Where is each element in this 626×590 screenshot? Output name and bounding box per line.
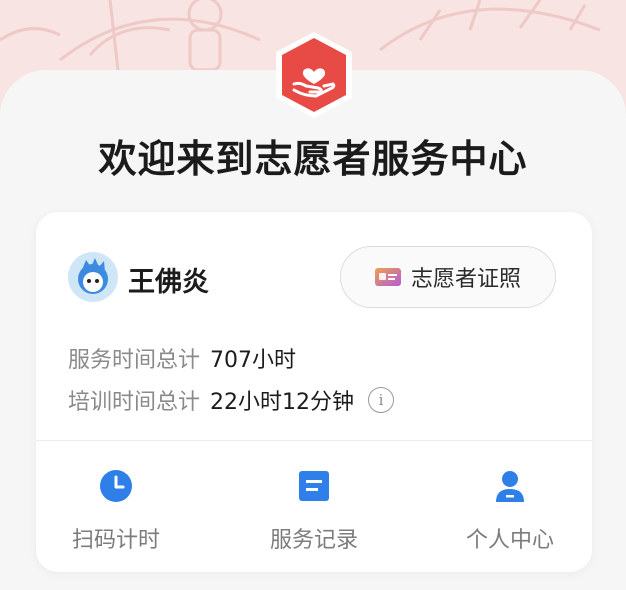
clock-icon xyxy=(100,470,132,502)
nav-label: 服务记录 xyxy=(269,528,358,553)
document-icon xyxy=(299,471,329,501)
divider xyxy=(36,440,592,441)
info-icon[interactable]: i xyxy=(368,387,395,413)
training-time-value: 22小时12分钟 xyxy=(210,390,355,415)
training-time-label: 培训时间总计 xyxy=(68,390,201,415)
nav-scan-timing[interactable]: 扫码计时 xyxy=(46,468,186,554)
training-time-row: 培训时间总计 22小时12分钟 i xyxy=(68,384,395,416)
avatar[interactable] xyxy=(68,252,118,302)
service-time-label: 服务时间总计 xyxy=(68,348,201,373)
cartoon-avatar-icon xyxy=(68,252,118,302)
volunteer-logo xyxy=(268,28,360,122)
nav-service-records[interactable]: 服务记录 xyxy=(244,468,384,554)
page-title: 欢迎来到志愿者服务中心 xyxy=(98,137,528,181)
volunteer-info-card: 王佛炎 志愿者证照 服务时间总计 707小时 培训时间总计 22小时12分钟 i xyxy=(36,212,592,572)
nav-label: 个人中心 xyxy=(465,528,554,553)
nav-label: 扫码计时 xyxy=(71,528,160,553)
service-time-row: 服务时间总计 707小时 xyxy=(68,342,296,374)
heart-in-hand-icon xyxy=(276,32,352,118)
id-card-icon xyxy=(374,268,401,286)
user-name: 王佛炎 xyxy=(128,267,209,298)
certificate-button-label: 志愿者证照 xyxy=(410,267,521,292)
volunteer-certificate-button[interactable]: 志愿者证照 xyxy=(340,246,556,308)
service-time-value: 707小时 xyxy=(210,348,297,373)
person-icon xyxy=(496,471,524,502)
nav-personal-center[interactable]: 个人中心 xyxy=(440,468,580,554)
